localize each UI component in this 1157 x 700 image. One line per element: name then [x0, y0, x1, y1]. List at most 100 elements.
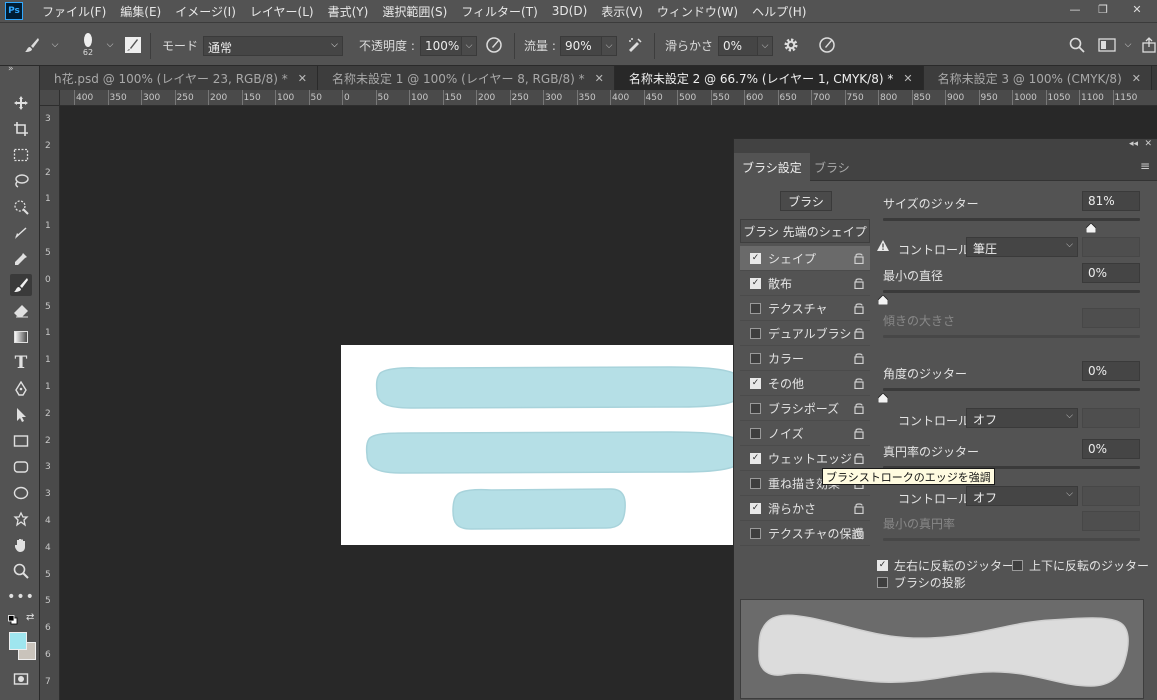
brushes-button[interactable]: ブラシ — [780, 191, 832, 211]
menu-type[interactable]: 書式(Y) — [321, 3, 376, 20]
menu-3d[interactable]: 3D(D) — [545, 4, 594, 18]
lock-icon[interactable] — [854, 502, 864, 515]
brush-option-row[interactable]: ノイズ — [740, 421, 870, 446]
brush-tool-icon[interactable] — [10, 274, 32, 296]
lock-icon[interactable] — [854, 377, 864, 390]
document-tab[interactable]: 名称未設定 1 @ 100% (レイヤー 8, RGB/8) * ✕ — [317, 66, 615, 90]
angle-jitter-slider[interactable] — [883, 388, 1140, 391]
close-panel-icon[interactable]: ✕ — [1144, 139, 1152, 149]
pen-tool-icon[interactable] — [10, 378, 32, 400]
roundness-jitter-field[interactable]: 0% — [1082, 439, 1140, 459]
size-jitter-slider[interactable] — [883, 218, 1140, 221]
rectangle-tool-icon[interactable] — [10, 430, 32, 452]
menu-image[interactable]: イメージ(I) — [168, 3, 243, 20]
hand-tool-icon[interactable] — [10, 534, 32, 556]
gear-icon[interactable] — [781, 35, 801, 55]
brush-option-row[interactable]: デュアルブラシ — [740, 321, 870, 346]
chevron-down-icon[interactable]: ⌵ — [100, 35, 120, 55]
brush-panel-toggle-icon[interactable] — [123, 35, 143, 55]
checkbox-box[interactable] — [750, 302, 761, 314]
collapse-panel-icon[interactable]: ◂◂ — [1129, 139, 1138, 149]
crop-tool-icon[interactable] — [10, 222, 32, 244]
quick-mask-icon[interactable] — [10, 668, 32, 690]
default-colors-icon[interactable] — [8, 614, 18, 625]
lock-icon[interactable] — [854, 527, 864, 540]
menu-edit[interactable]: 編集(E) — [113, 3, 168, 20]
close-window-button[interactable]: ✕ — [1117, 0, 1157, 18]
lock-icon[interactable] — [854, 427, 864, 440]
min-diameter-slider-thumb[interactable] — [877, 294, 889, 306]
brush-option-row[interactable]: カラー — [740, 346, 870, 371]
workspace-icon[interactable] — [1097, 35, 1117, 55]
quick-selection-tool-icon[interactable] — [10, 196, 32, 218]
flip-x-jitter-checkbox[interactable]: ✓ 左右に反転のジッター — [877, 557, 1014, 574]
foreground-color-swatch[interactable] — [9, 632, 27, 650]
menu-help[interactable]: ヘルプ(H) — [745, 3, 813, 20]
document-tab[interactable]: 名称未設定 3 @ 100% (CMYK/8) ✕ — [923, 66, 1152, 90]
lock-icon[interactable] — [854, 302, 864, 315]
angle-jitter-field[interactable]: 0% — [1082, 361, 1140, 381]
min-diameter-field[interactable]: 0% — [1082, 263, 1140, 283]
close-icon[interactable]: ✕ — [298, 72, 307, 85]
minimize-button[interactable]: — — [1061, 0, 1089, 18]
more-tools-icon[interactable]: ••• — [7, 586, 34, 608]
control-select-roundness[interactable]: オフ ⌵ — [966, 486, 1078, 506]
menu-file[interactable]: ファイル(F) — [35, 3, 113, 20]
menu-layer[interactable]: レイヤー(L) — [243, 3, 321, 20]
lock-icon[interactable] — [854, 402, 864, 415]
lock-icon[interactable] — [854, 252, 864, 265]
tab-brush-settings[interactable]: ブラシ設定 — [734, 153, 810, 181]
tab-brushes[interactable]: ブラシ — [806, 153, 858, 181]
document-canvas[interactable] — [341, 345, 741, 545]
lock-icon[interactable] — [854, 452, 864, 465]
lock-icon[interactable] — [854, 327, 864, 340]
mode-select[interactable]: 通常 ⌵ — [203, 36, 343, 56]
type-tool-icon[interactable]: T — [10, 352, 32, 374]
checkbox-box[interactable]: ✓ — [750, 452, 761, 464]
checkbox-box[interactable] — [750, 352, 761, 364]
marquee-tool-icon[interactable] — [10, 144, 32, 166]
document-tab[interactable]: h花.psd @ 100% (レイヤー 23, RGB/8) * ✕ — [40, 66, 318, 90]
menu-select[interactable]: 選択範囲(S) — [375, 3, 454, 20]
flow-field[interactable]: 90% — [560, 36, 602, 56]
lock-icon[interactable] — [854, 352, 864, 365]
restore-button[interactable]: ❐ — [1089, 0, 1117, 18]
lock-icon[interactable] — [854, 277, 864, 290]
min-diameter-slider[interactable] — [883, 290, 1140, 293]
brush-tool-preset-icon[interactable] — [22, 35, 42, 55]
close-icon[interactable]: ✕ — [1132, 72, 1141, 85]
custom-shape-tool-icon[interactable] — [10, 508, 32, 530]
pressure-size-icon[interactable] — [817, 35, 837, 55]
checkbox-box[interactable] — [750, 402, 761, 414]
checkbox-box[interactable] — [750, 527, 761, 539]
zoom-tool-icon[interactable] — [10, 560, 32, 582]
menu-view[interactable]: 表示(V) — [594, 3, 650, 20]
rounded-rectangle-tool-icon[interactable] — [10, 456, 32, 478]
checkbox-box[interactable]: ✓ — [750, 252, 761, 264]
collapse-arrows-icon[interactable]: » — [8, 64, 14, 74]
checkbox-box[interactable]: ✓ — [750, 502, 761, 514]
eraser-tool-icon[interactable] — [10, 300, 32, 322]
eyedropper-tool-icon[interactable] — [10, 248, 32, 270]
lasso-tool-icon[interactable] — [10, 170, 32, 192]
control-select-angle[interactable]: オフ ⌵ — [966, 408, 1078, 428]
close-icon[interactable]: ✕ — [903, 72, 912, 85]
control-select-size[interactable]: 筆圧 ⌵ — [966, 237, 1078, 257]
chevron-down-icon[interactable]: ⌵ — [1118, 35, 1138, 55]
close-icon[interactable]: ✕ — [595, 72, 604, 85]
brush-option-row[interactable]: ✓ 散布 — [740, 271, 870, 296]
brush-option-row[interactable]: ✓ シェイプ — [740, 246, 870, 271]
smoothing-dropdown[interactable]: ⌵ — [757, 36, 773, 56]
brush-option-row[interactable]: ✓ 滑らかさ — [740, 496, 870, 521]
brush-tip-shape-option[interactable]: ブラシ 先端のシェイプ — [740, 219, 870, 243]
brush-projection-checkbox[interactable]: ブラシの投影 — [877, 574, 966, 591]
opacity-dropdown[interactable]: ⌵ — [461, 36, 477, 56]
panel-menu-icon[interactable]: ≡ — [1140, 159, 1150, 173]
vertical-ruler[interactable]: 3 2 2 1 1 5 0 5 1 1 1 2 2 3 3 4 4 5 5 6 6 7 — [40, 106, 60, 700]
checkbox-box[interactable] — [750, 477, 761, 489]
pressure-opacity-icon[interactable] — [484, 35, 504, 55]
gradient-tool-icon[interactable] — [10, 326, 32, 348]
opacity-field[interactable]: 100% — [420, 36, 462, 56]
brush-tip-icon[interactable]: 62 — [78, 29, 98, 59]
flip-y-jitter-checkbox[interactable]: 上下に反転のジッター — [1012, 557, 1149, 574]
